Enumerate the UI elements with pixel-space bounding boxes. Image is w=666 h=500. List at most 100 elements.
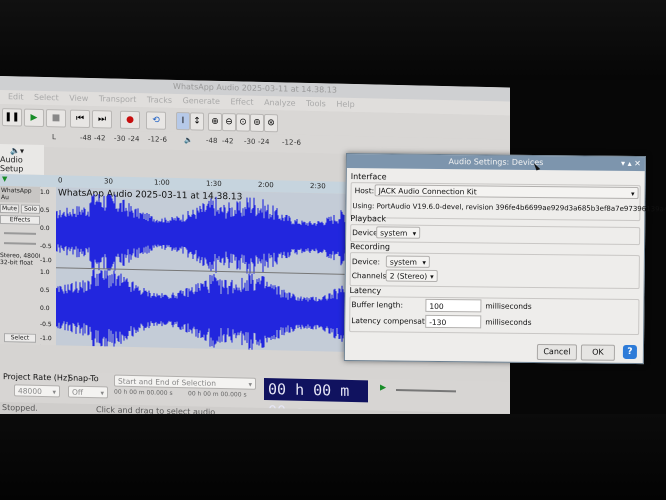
latency-compensation-input[interactable]: -130 (425, 314, 482, 329)
menu-help[interactable]: Help (336, 100, 354, 109)
playback-section-label: Playback (350, 214, 387, 224)
menu-edit[interactable]: Edit (8, 92, 24, 101)
cancel-button[interactable]: Cancel (536, 344, 578, 361)
fit-project-icon[interactable]: ⊚ (250, 113, 264, 132)
monitor-bezel-bottom (0, 414, 666, 500)
loop-button[interactable]: ⟲ (146, 111, 166, 130)
audio-setup-label: Audio Setup (0, 155, 24, 174)
menu-select[interactable]: Select (34, 93, 59, 103)
scale-label: 1.0 (40, 268, 50, 277)
ruler-tick: 30 (104, 177, 113, 186)
menu-transport[interactable]: Transport (99, 94, 137, 104)
waveform-right-channel (56, 269, 356, 353)
meter-tick: -6 (294, 138, 301, 147)
time-display[interactable]: 00 h 00 m 00 s (264, 377, 368, 421)
scale-label: 0.5 (40, 286, 50, 295)
ruler-tick: 1:00 (154, 178, 170, 187)
gain-slider[interactable] (4, 232, 36, 235)
stop-button[interactable]: ■ (46, 109, 66, 128)
ruler-tick: 2:00 (258, 180, 274, 190)
maximize-icon[interactable]: ▴ (628, 159, 632, 168)
pan-slider[interactable] (4, 242, 36, 245)
effects-button[interactable]: Effects (0, 215, 40, 225)
meter-l-label: L (52, 133, 56, 142)
scale-label: 0.5 (40, 206, 50, 215)
menu-generate[interactable]: Generate (183, 96, 220, 106)
select-button[interactable]: Select (4, 333, 36, 343)
solo-button[interactable]: Solo (21, 204, 40, 214)
amplitude-scale: 1.0 0.5 0.0 -0.5 -1.0 1.0 0.5 0.0 -0.5 -… (40, 186, 56, 346)
interface-section-label: Interface (350, 172, 387, 182)
meter-tick: -42 (94, 134, 106, 143)
skip-start-button[interactable]: ⏮ (70, 109, 90, 129)
meter-tick: -48 (206, 136, 218, 145)
host-label: Host: (354, 186, 375, 196)
scale-label: 0.0 (40, 224, 50, 233)
waveform-area[interactable]: WhatsApp Audio 2025-03-11 at 14.38.13 (56, 187, 356, 353)
envelope-tool-icon[interactable]: ↕ (190, 112, 204, 131)
meter-tick: -12 (282, 138, 294, 147)
zoom-out-icon[interactable]: ⊖ (222, 113, 236, 132)
fit-selection-icon[interactable]: ⊙ (236, 113, 250, 132)
menu-tools[interactable]: Tools (306, 99, 326, 108)
menu-analyze[interactable]: Analyze (264, 98, 296, 108)
scale-label: -1.0 (40, 256, 52, 265)
project-rate-select[interactable]: 48000 ▾ (14, 384, 60, 398)
speaker-icon[interactable]: 🔈 (184, 136, 193, 144)
play-head-icon: ▼ (2, 175, 8, 184)
pause-button[interactable]: ❚❚ (2, 108, 22, 127)
waveform-left-channel (56, 193, 356, 277)
mute-button[interactable]: Mute (0, 204, 19, 214)
meter-tick: -48 (80, 133, 92, 143)
host-select[interactable]: JACK Audio Connection Kit ▾ (374, 184, 639, 200)
ruler-tick: 0 (58, 176, 63, 185)
buffer-length-label: Buffer length: (351, 300, 404, 310)
selection-mode-select[interactable]: Start and End of Selection ▾ (114, 374, 256, 390)
dialog-title-bar: Audio Settings: Devices ▾ ▴ ✕ (346, 154, 645, 172)
playback-device-select[interactable]: system ▾ (376, 226, 421, 239)
compensation-unit: milliseconds (485, 317, 532, 327)
menu-effect[interactable]: Effect (230, 97, 253, 107)
track-info: Stereo, 48000Hz 32-bit float (0, 252, 51, 267)
record-button[interactable]: ● (120, 110, 140, 130)
snap-to-select[interactable]: Off ▾ (68, 385, 108, 399)
selection-tool-icon[interactable]: I (176, 111, 190, 131)
ruler-tick: 2:30 (310, 182, 326, 191)
selection-end-time[interactable]: 00 h 00 m 00.000 s (188, 390, 247, 398)
meter-tick: -12 (148, 135, 160, 144)
buffer-unit: milliseconds (485, 301, 532, 311)
recording-section-label: Recording (349, 242, 391, 252)
menu-view[interactable]: View (69, 94, 88, 103)
ok-button[interactable]: OK (580, 344, 616, 361)
project-rate-label: Project Rate (Hz) (3, 372, 71, 383)
dialog-title: Audio Settings: Devices (448, 157, 544, 168)
buffer-length-input[interactable]: 100 (425, 298, 482, 313)
audio-setup-button[interactable]: 🔈▾ Audio Setup (0, 144, 44, 175)
skip-end-button[interactable]: ⏭ (92, 110, 112, 129)
play-at-speed-icon[interactable]: ▶ (380, 383, 386, 392)
audio-settings-dialog: Audio Settings: Devices ▾ ▴ ✕ Interface … (343, 153, 666, 365)
track-name-menu[interactable]: WhatsApp Au (0, 186, 40, 203)
channels-select[interactable]: 2 (Stereo) ▾ (385, 269, 438, 282)
scale-label: 1.0 (40, 188, 50, 197)
help-button[interactable]: ? (622, 344, 638, 360)
minimize-icon[interactable]: ▾ (621, 159, 625, 168)
play-speed-slider[interactable] (396, 388, 456, 393)
scale-label: -0.5 (40, 320, 52, 329)
channels-label: Channels: (351, 271, 389, 281)
meter-tick: -24 (258, 137, 270, 147)
zoom-in-icon[interactable]: ⊕ (208, 112, 222, 132)
latency-section-label: Latency (349, 286, 382, 296)
snap-to-label: Snap-To (68, 373, 99, 384)
recording-device-select[interactable]: system ▾ (385, 255, 430, 268)
meter-tick: -6 (160, 135, 167, 144)
scale-label: -0.5 (40, 242, 52, 251)
menu-tracks[interactable]: Tracks (147, 95, 172, 105)
recording-device-label: Device: (351, 257, 381, 267)
close-icon[interactable]: ✕ (634, 159, 641, 168)
zoom-toggle-icon[interactable]: ⊛ (264, 113, 278, 133)
meter-tick: -24 (128, 134, 140, 144)
selection-start-time[interactable]: 00 h 00 m 00.000 s (114, 389, 173, 397)
track-control-panel: WhatsApp Au Mute Solo Effects Stereo, 48… (0, 186, 51, 345)
play-button[interactable]: ▶ (24, 108, 44, 127)
